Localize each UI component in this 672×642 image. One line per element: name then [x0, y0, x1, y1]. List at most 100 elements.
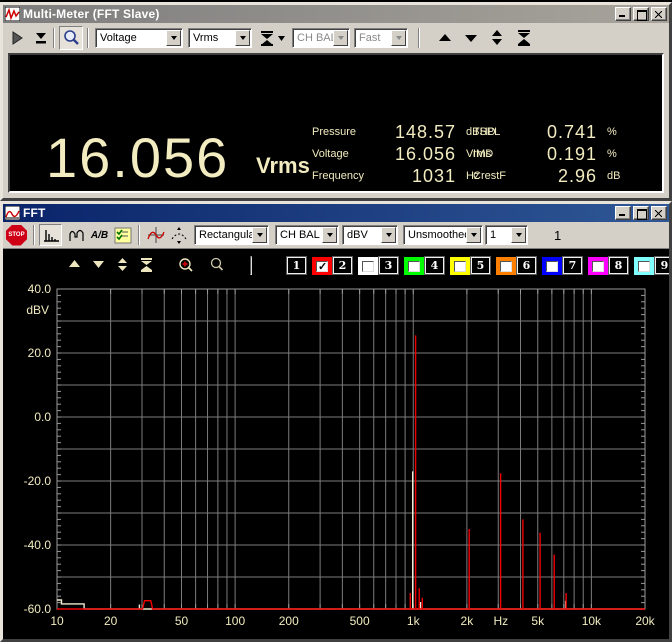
fft-window-select[interactable]: Rectangular — [194, 225, 269, 245]
range-compress-icon[interactable] — [516, 29, 532, 47]
x-axis-label: 2k — [461, 614, 475, 628]
x-axis-label: 10k — [582, 614, 602, 628]
magnifier-toggle-button[interactable] — [59, 26, 83, 50]
range-down-icon[interactable] — [464, 32, 478, 44]
minimize-button[interactable] — [615, 7, 631, 21]
trace-7-button[interactable]: 7 — [563, 257, 582, 274]
stop-button[interactable]: STOP — [6, 224, 27, 246]
smoothing-select[interactable]: Unsmoothed — [403, 225, 483, 245]
x-axis-label: 50 — [175, 614, 189, 628]
stat-unit: dB — [607, 170, 621, 182]
x-axis-label: 20k — [635, 614, 655, 628]
function-select[interactable]: Voltage — [95, 28, 183, 48]
play-icon[interactable] — [10, 30, 24, 46]
close-button[interactable] — [651, 7, 667, 21]
trace-3-checkbox[interactable] — [404, 257, 424, 275]
ab-compare-button[interactable]: A/B — [88, 224, 111, 246]
scale-compress-icon[interactable] — [139, 257, 154, 278]
compress-range-icon[interactable] — [259, 29, 275, 47]
stat-label: Pressure — [312, 126, 357, 138]
fft-app-icon — [4, 205, 21, 221]
trace-5-button[interactable]: 5 — [471, 257, 490, 274]
skip-to-end-icon[interactable] — [33, 30, 49, 46]
plot-controls-row: 1 2 3 4 5 6 7 8 9 — [3, 256, 669, 279]
checklist-button[interactable] — [111, 224, 134, 246]
trace-4-checkbox[interactable] — [450, 257, 470, 275]
toolbar-separator — [87, 28, 89, 48]
trace-7-checkbox-box — [592, 260, 604, 272]
fft-toolbar: STOP A/B Rectangular — [3, 222, 669, 248]
trace-group-4: 4 — [425, 257, 470, 275]
toolbar-separator — [53, 28, 55, 48]
dropdown-arrow-icon[interactable] — [166, 30, 181, 46]
stat-value: 148.57 — [394, 122, 456, 142]
minimize-button[interactable] — [615, 206, 631, 220]
y-axis-label: -20.0 — [24, 474, 52, 488]
waveform-view-button[interactable] — [65, 224, 88, 246]
dropdown-arrow-icon[interactable] — [511, 227, 526, 243]
trace-3-button[interactable]: 3 — [379, 257, 398, 274]
fft-unit-select[interactable]: dBV — [342, 225, 398, 245]
stat-value: 1031 — [411, 166, 456, 186]
scale-down-icon[interactable] — [91, 257, 106, 276]
trace-8-button[interactable]: 8 — [609, 257, 628, 274]
range-up-icon[interactable] — [438, 32, 452, 44]
maximize-button[interactable] — [633, 7, 649, 21]
stat-label: Frequency — [312, 170, 364, 182]
trace-8-checkbox[interactable] — [634, 257, 654, 275]
toolbar-separator — [33, 225, 35, 245]
dropdown-arrow-icon[interactable] — [381, 227, 396, 243]
stat-unit: % — [607, 148, 617, 160]
meter-stats-right: THD 0.741% IMD 0.191% CrestF 2.96 dB — [473, 121, 649, 187]
trace-5-checkbox[interactable] — [496, 257, 516, 275]
stat-label: Voltage — [312, 148, 349, 160]
dropdown-arrow-icon[interactable] — [466, 227, 481, 243]
x-axis-label: 20 — [104, 614, 118, 628]
trace-4-checkbox-box — [454, 260, 466, 272]
trace-6-button[interactable]: 6 — [517, 257, 536, 274]
fft-window: FFT STOP A/B Rectangula CH BAL dBV Unsmo… — [0, 201, 672, 642]
axes-curve-button[interactable] — [144, 224, 167, 246]
fft-channel-select[interactable]: CH BAL — [275, 225, 339, 245]
range-dropdown-arrow-icon[interactable] — [278, 34, 286, 42]
spectrum-view-button[interactable] — [39, 224, 62, 246]
trace-2-checkbox[interactable] — [358, 257, 378, 275]
trace-3-checkbox-box — [408, 260, 420, 272]
smoothing-button[interactable] — [167, 224, 190, 246]
y-axis-label: 40.0 — [28, 282, 52, 296]
meter-unit-select[interactable]: Vrms — [188, 28, 252, 48]
trace-7-checkbox[interactable] — [588, 257, 608, 275]
scale-expand-icon[interactable] — [115, 257, 130, 278]
meter-main-value: 16.056 — [46, 126, 230, 189]
dropdown-arrow-icon[interactable] — [322, 227, 337, 243]
maximize-button[interactable] — [633, 206, 649, 220]
trace-9-button[interactable]: 9 — [655, 257, 669, 274]
zoom-out-icon[interactable] — [209, 257, 225, 277]
traces-master-checkbox[interactable] — [250, 256, 252, 275]
multimeter-titlebar[interactable]: Multi-Meter (FFT Slave) — [3, 5, 669, 23]
fft-titlebar[interactable]: FFT — [3, 204, 669, 222]
multimeter-app-icon — [4, 6, 21, 22]
trace-1-checkbox[interactable] — [312, 257, 332, 275]
dropdown-arrow-icon[interactable] — [252, 227, 267, 243]
dropdown-arrow-icon — [391, 30, 406, 46]
trace-group-1: 1 — [287, 257, 332, 275]
stat-value: 0.191 — [546, 144, 597, 164]
range-expand-icon[interactable] — [490, 29, 504, 47]
scale-up-icon[interactable] — [67, 257, 82, 276]
dropdown-arrow-icon[interactable] — [235, 30, 250, 46]
close-button[interactable] — [651, 206, 667, 220]
trace-2-white — [57, 471, 645, 610]
trace-group-7: 7 — [563, 257, 608, 275]
trace-group-5: 5 — [471, 257, 516, 275]
trace-4-button[interactable]: 4 — [425, 257, 444, 274]
x-axis-label: 5k — [531, 614, 545, 628]
trace-2-button[interactable]: 2 — [333, 257, 352, 274]
trace-1-button[interactable]: 1 — [287, 257, 306, 274]
averages-select[interactable]: 1 — [485, 225, 528, 245]
trace-6-checkbox[interactable] — [542, 257, 562, 275]
zoom-in-icon[interactable] — [177, 257, 195, 279]
multimeter-title: Multi-Meter (FFT Slave) — [23, 7, 160, 21]
stat-value: 0.741 — [546, 122, 597, 142]
trace-6-checkbox-box — [546, 260, 558, 272]
